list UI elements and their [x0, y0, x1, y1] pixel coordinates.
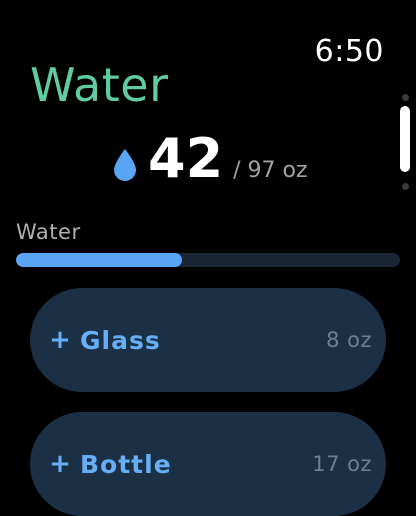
- scroll-indicator[interactable]: [400, 94, 410, 194]
- add-bottle-button[interactable]: + Bottle 17 oz: [30, 412, 386, 516]
- add-bottle-amount: 17 oz: [312, 452, 372, 476]
- water-drop-icon: [114, 149, 136, 181]
- goal-value: / 97 oz: [233, 158, 308, 183]
- scroll-dot-top: [402, 94, 409, 101]
- progress-label: Water: [16, 220, 81, 244]
- scroll-thumb[interactable]: [400, 106, 410, 172]
- clock-time: 6:50: [314, 34, 384, 69]
- current-intake-value: 42: [148, 127, 224, 190]
- add-glass-label: Glass: [80, 325, 161, 355]
- progress-bar-fill: [16, 253, 183, 267]
- add-glass-button[interactable]: + Glass 8 oz: [30, 288, 386, 392]
- page-title: Water: [30, 58, 169, 112]
- add-glass-amount: 8 oz: [326, 328, 372, 352]
- plus-icon: +: [49, 449, 71, 479]
- intake-summary: 42 / 97 oz: [112, 132, 308, 186]
- add-bottle-label: Bottle: [80, 449, 172, 479]
- progress-bar: [16, 253, 400, 267]
- scroll-dot-bottom: [402, 183, 409, 190]
- plus-icon: +: [49, 325, 71, 355]
